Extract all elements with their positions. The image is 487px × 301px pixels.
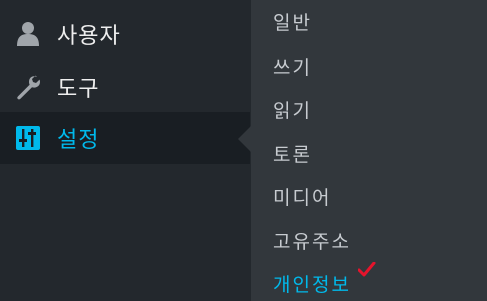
checkmark-icon	[357, 261, 376, 282]
sidebar-item-settings[interactable]: 설정	[0, 112, 250, 164]
sidebar-item-tools[interactable]: 도구	[0, 61, 250, 113]
sidebar-item-label: 도구	[57, 77, 100, 102]
sidebar-item-users[interactable]: 사용자	[0, 8, 250, 60]
submenu-item-reading[interactable]: 읽기	[273, 96, 312, 123]
submenu-item-permalinks[interactable]: 고유주소	[273, 227, 351, 254]
settings-sliders-icon	[15, 125, 41, 151]
submenu-item-media[interactable]: 미디어	[273, 183, 331, 210]
submenu-item-writing[interactable]: 쓰기	[273, 53, 312, 80]
submenu-item-privacy[interactable]: 개인정보	[273, 270, 351, 297]
sidebar-item-label: 설정	[57, 128, 100, 153]
wrench-icon	[15, 74, 41, 100]
submenu-item-general[interactable]: 일반	[273, 8, 312, 35]
submenu-pointer	[238, 126, 251, 152]
settings-submenu: 일반 쓰기 읽기 토론 미디어 고유주소 개인정보	[251, 0, 487, 301]
admin-sidebar: 사용자 도구 설정	[0, 0, 250, 301]
user-icon	[15, 21, 41, 47]
submenu-item-discussion[interactable]: 토론	[273, 140, 312, 167]
sidebar-item-label: 사용자	[57, 24, 121, 49]
